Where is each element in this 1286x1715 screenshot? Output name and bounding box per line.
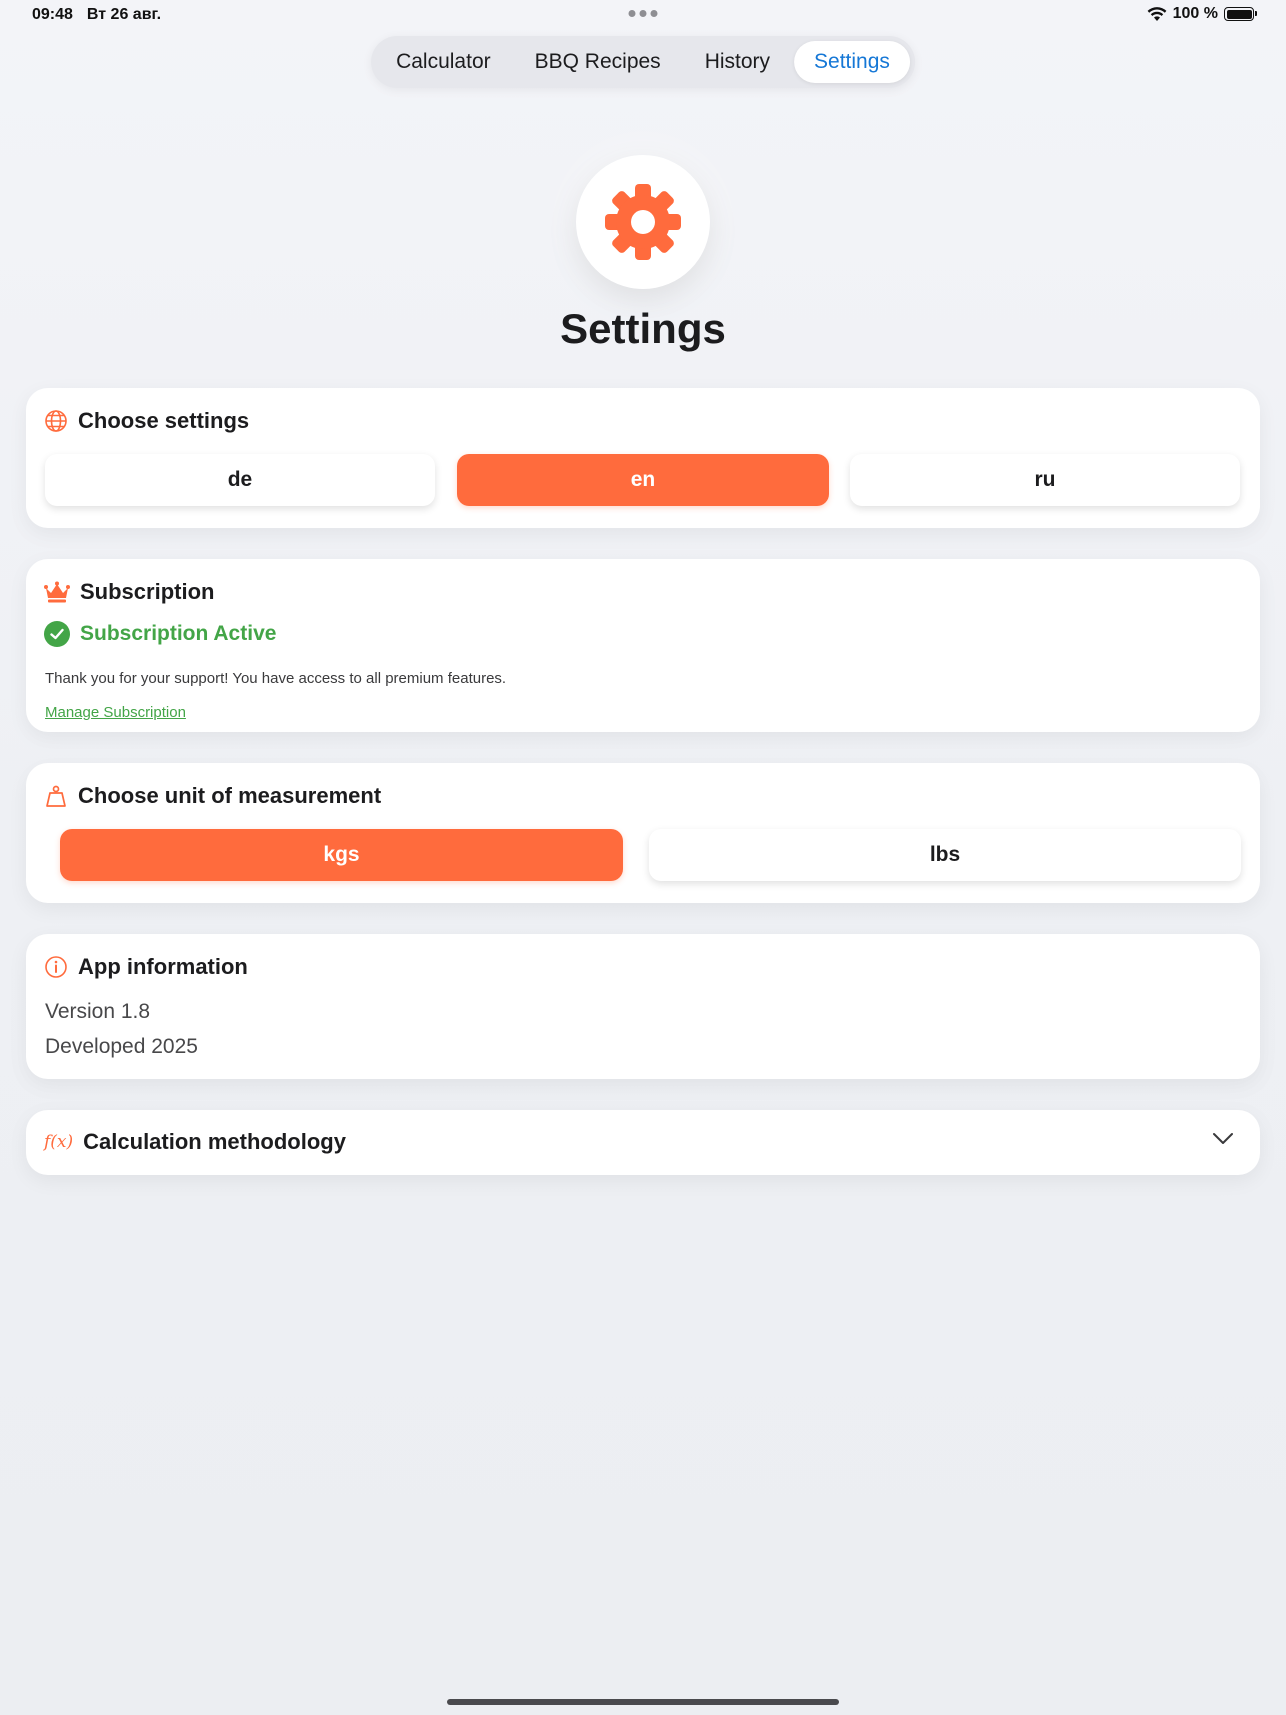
battery-icon xyxy=(1224,7,1257,21)
status-date: Вт 26 авг. xyxy=(86,6,162,23)
gear-icon xyxy=(604,183,682,261)
info-icon xyxy=(44,955,68,979)
app-developed-year: Developed 2025 xyxy=(45,1035,198,1058)
language-card-title: Choose settings xyxy=(78,408,250,433)
status-time: 09:48 xyxy=(32,6,73,23)
app-info-card-title: App information xyxy=(78,954,248,979)
chevron-down-icon[interactable] xyxy=(1212,1132,1234,1146)
wifi-icon xyxy=(1147,6,1167,22)
tab-bbq-recipes[interactable]: BBQ Recipes xyxy=(515,41,681,83)
methodology-card-title: Calculation methodology xyxy=(83,1129,346,1154)
subscription-message: Thank you for your support! You have acc… xyxy=(45,670,507,687)
unit-settings-card: Choose unit of measurement kgs lbs xyxy=(26,763,1260,903)
calculation-methodology-card[interactable]: f(x) Calculation methodology xyxy=(26,1110,1260,1175)
weight-icon xyxy=(44,784,68,808)
manage-subscription-link[interactable]: Manage Subscription xyxy=(45,704,186,721)
settings-header-badge xyxy=(576,155,710,289)
checkmark-circle-icon xyxy=(44,621,70,647)
language-option-ru[interactable]: ru xyxy=(850,454,1240,506)
language-option-en[interactable]: en xyxy=(457,454,829,506)
tab-settings[interactable]: Settings xyxy=(794,41,910,83)
unit-card-title: Choose unit of measurement xyxy=(78,783,382,808)
battery-percent: 100 % xyxy=(1172,5,1218,22)
tab-bar: Calculator BBQ Recipes History Settings xyxy=(371,36,915,88)
page-title: Settings xyxy=(560,305,726,352)
app-version: Version 1.8 xyxy=(45,1000,151,1023)
app-information-card: App information Version 1.8 Developed 20… xyxy=(26,934,1260,1079)
language-settings-card: Choose settings de en ru xyxy=(26,388,1260,528)
subscription-card-title: Subscription xyxy=(80,579,215,604)
function-icon: f(x) xyxy=(44,1132,74,1152)
tab-calculator[interactable]: Calculator xyxy=(376,41,511,83)
tab-history[interactable]: History xyxy=(685,41,790,83)
status-bar: 09:48 Вт 26 авг. 100 % xyxy=(0,0,1286,30)
crown-icon xyxy=(44,581,70,603)
multitasking-dots-icon[interactable] xyxy=(628,6,658,17)
home-indicator[interactable] xyxy=(447,1699,839,1705)
unit-option-kgs[interactable]: kgs xyxy=(60,829,623,881)
language-option-de[interactable]: de xyxy=(45,454,435,506)
subscription-card: Subscription Subscription Active Thank y… xyxy=(26,559,1260,732)
unit-option-lbs[interactable]: lbs xyxy=(649,829,1241,881)
globe-icon xyxy=(44,409,68,433)
subscription-status: Subscription Active xyxy=(80,622,277,645)
